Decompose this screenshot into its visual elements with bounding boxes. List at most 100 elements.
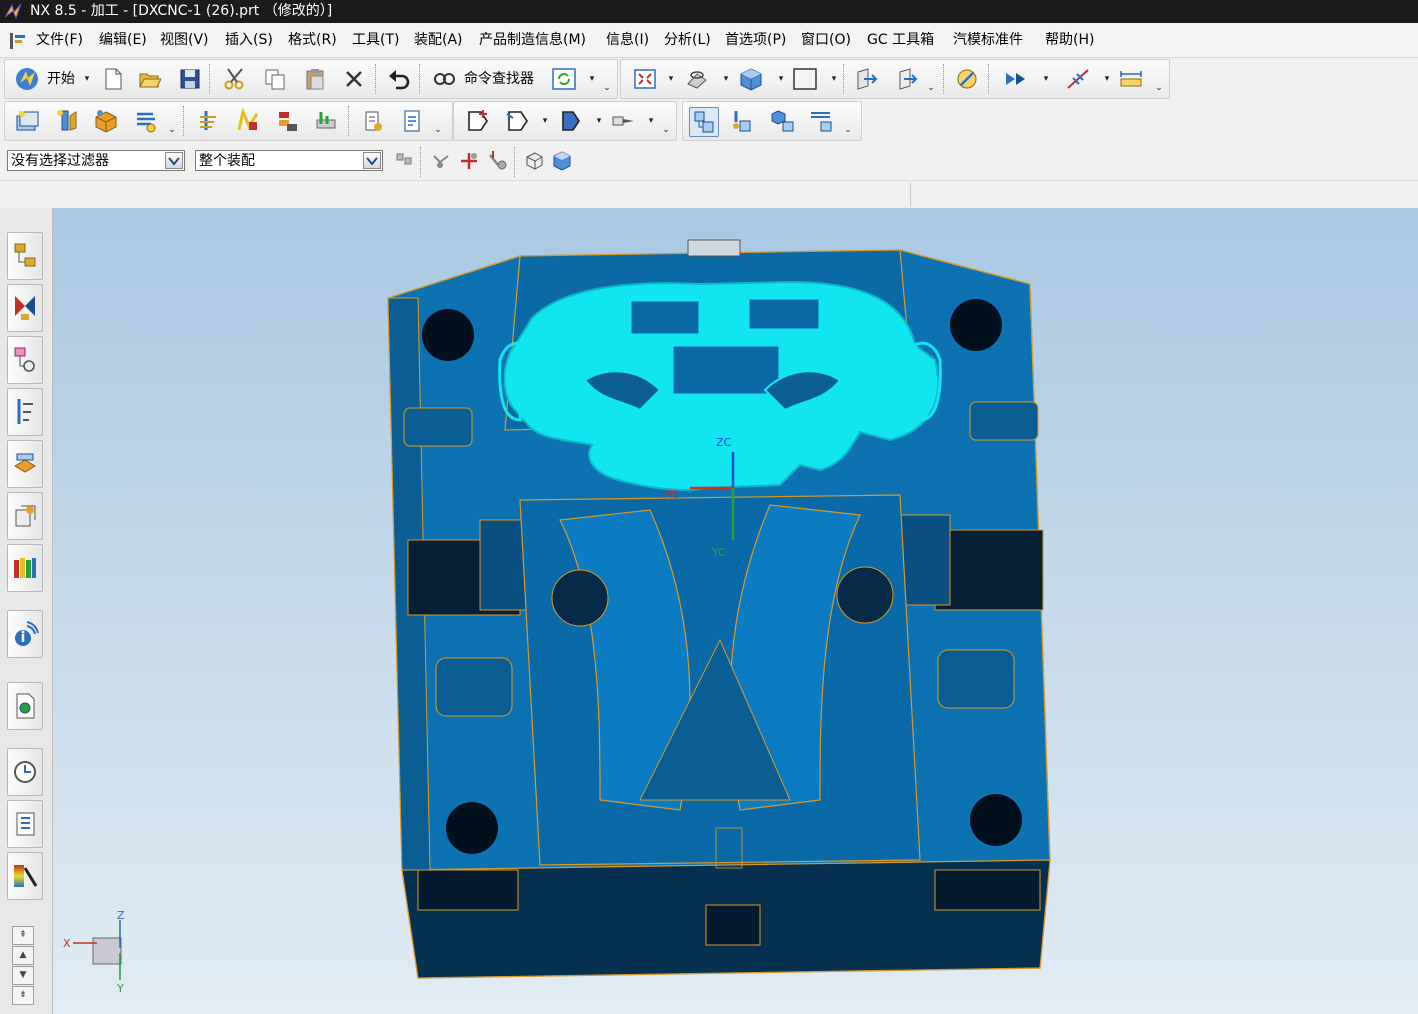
menu-window[interactable]: 窗口(O) [801, 30, 851, 50]
refresh-dropdown-arrow-icon[interactable]: ▾ [587, 65, 597, 93]
general-selection-icon[interactable] [390, 147, 418, 175]
command-finder-icon[interactable] [430, 65, 458, 93]
assembly-navigator-tab-icon[interactable] [7, 232, 43, 280]
command-finder-label[interactable]: 命令查找器 [464, 65, 534, 93]
shaded-cube-icon[interactable] [737, 65, 765, 93]
new-file-icon[interactable] [99, 65, 127, 93]
object-display-dropdown-arrow-icon[interactable]: ▾ [540, 107, 550, 135]
view-overflow-icon[interactable]: ⌄ [926, 74, 936, 102]
start-icon[interactable] [13, 65, 41, 93]
program-order-view-icon[interactable] [689, 107, 719, 137]
open-folder-icon[interactable] [136, 65, 164, 93]
tool-holder-icon[interactable] [609, 107, 637, 135]
create-tool-icon[interactable] [53, 107, 81, 135]
menu-gc-toolbox[interactable]: GC 工具箱 [867, 30, 934, 50]
select-component-icon[interactable] [484, 147, 512, 175]
selection-scope-dropdown[interactable]: 整个装配 [195, 150, 383, 171]
menu-tools[interactable]: 工具(T) [352, 30, 399, 50]
menu-auto-standard-parts[interactable]: 汽模标准件 [953, 30, 1023, 50]
menu-preferences[interactable]: 首选项(P) [725, 30, 786, 50]
web-browser-tab-icon[interactable] [7, 610, 43, 658]
measure-overflow-icon[interactable]: ⌄ [1154, 74, 1164, 102]
history-library-tab-icon[interactable] [7, 544, 43, 592]
menu-format[interactable]: 格式(R) [288, 30, 337, 50]
background-icon[interactable] [791, 65, 819, 93]
orient-view-icon[interactable] [851, 65, 879, 93]
edit-object-icon[interactable] [556, 107, 584, 135]
menu-analysis[interactable]: 分析(L) [664, 30, 711, 50]
verify-toolpath-icon[interactable] [274, 107, 302, 135]
section-view-icon[interactable] [893, 65, 921, 93]
scroll-bottom-button[interactable]: ⇟ [12, 986, 34, 1005]
menu-information[interactable]: 信息(I) [606, 30, 649, 50]
geometry-view-icon[interactable] [769, 107, 797, 135]
transform-icon[interactable] [464, 107, 492, 135]
output-cls-icon[interactable] [399, 107, 427, 135]
roles-tab-icon[interactable] [7, 852, 43, 900]
start-dropdown-arrow-icon[interactable]: ▾ [82, 65, 92, 93]
undo-icon[interactable] [385, 65, 413, 93]
select-point-icon[interactable] [455, 147, 483, 175]
delete-icon[interactable] [340, 65, 368, 93]
scroll-down-button[interactable]: ▼ [12, 966, 34, 985]
cut-icon[interactable] [221, 65, 249, 93]
rotate-view-icon[interactable] [683, 65, 711, 93]
menu-assembly[interactable]: 装配(A) [414, 30, 463, 50]
toolbar-overflow-icon[interactable]: ⌄ [602, 74, 612, 102]
transform-overflow-icon[interactable]: ⌄ [661, 116, 671, 144]
display-mode-icon[interactable] [1001, 65, 1029, 93]
menu-help[interactable]: 帮助(H) [1045, 30, 1094, 50]
chevron-down-icon[interactable] [363, 152, 381, 169]
reuse-library-tab-icon[interactable] [7, 492, 43, 540]
tool-holder-dropdown-arrow-icon[interactable]: ▾ [646, 107, 656, 135]
select-feature-icon[interactable] [427, 147, 455, 175]
scroll-up-button[interactable]: ▲ [12, 946, 34, 965]
selection-filter-dropdown[interactable]: 没有选择过滤器 [7, 150, 185, 171]
copy-icon[interactable] [261, 65, 289, 93]
machine-tool-view-icon[interactable] [729, 107, 757, 135]
generate-toolpath-icon[interactable] [234, 107, 262, 135]
shading-dropdown-arrow-icon[interactable]: ▾ [776, 65, 786, 93]
shop-documentation-icon[interactable] [359, 107, 387, 135]
datum-axis-icon[interactable] [1064, 65, 1092, 93]
history-tab-icon[interactable] [7, 748, 43, 796]
operation-navigator-tab-icon[interactable] [7, 388, 43, 436]
machining-method-view-icon[interactable] [807, 107, 835, 135]
process-studio-tab-icon[interactable] [7, 682, 43, 730]
background-dropdown-arrow-icon[interactable]: ▾ [829, 65, 839, 93]
object-display-icon[interactable] [504, 107, 532, 135]
navigator-overflow-icon[interactable]: ⌄ [843, 116, 853, 144]
create-overflow-icon[interactable]: ⌄ [167, 116, 177, 144]
graphics-window[interactable]: ZC XC YC Z X Y [53, 208, 1418, 1014]
fit-view-icon[interactable] [631, 65, 659, 93]
solid-box-icon[interactable] [548, 147, 576, 175]
fit-dropdown-arrow-icon[interactable]: ▾ [666, 65, 676, 93]
wireframe-box-icon[interactable] [520, 147, 548, 175]
snap-view-icon[interactable] [953, 65, 981, 93]
postprocess-icon[interactable] [312, 107, 340, 135]
machine-tool-navigator-tab-icon[interactable] [7, 440, 43, 488]
system-materials-tab-icon[interactable] [7, 800, 43, 848]
part-navigator-tab-icon[interactable] [7, 336, 43, 384]
rotate-dropdown-arrow-icon[interactable]: ▾ [721, 65, 731, 93]
output-overflow-icon[interactable]: ⌄ [433, 116, 443, 144]
menu-pmi[interactable]: 产品制造信息(M) [479, 30, 586, 50]
menu-view[interactable]: 视图(V) [160, 30, 209, 50]
save-icon[interactable] [176, 65, 204, 93]
start-button-label[interactable]: 开始 [47, 65, 75, 93]
refresh-icon[interactable] [550, 65, 578, 93]
create-geometry-icon[interactable] [92, 107, 120, 135]
constraint-navigator-tab-icon[interactable] [7, 284, 43, 332]
edit-object-dropdown-arrow-icon[interactable]: ▾ [594, 107, 604, 135]
chevron-down-icon[interactable] [165, 152, 183, 169]
datum-dropdown-arrow-icon[interactable]: ▾ [1102, 65, 1112, 93]
create-method-icon[interactable] [132, 107, 160, 135]
menu-file[interactable]: 文件(F) [36, 30, 83, 50]
menu-insert[interactable]: 插入(S) [225, 30, 273, 50]
measure-distance-icon[interactable] [1117, 65, 1145, 93]
paste-icon[interactable] [301, 65, 329, 93]
create-program-icon[interactable] [13, 107, 41, 135]
scroll-top-button[interactable]: ⇞ [12, 926, 34, 945]
menu-edit[interactable]: 编辑(E) [99, 30, 147, 50]
create-operation-icon[interactable] [195, 107, 223, 135]
